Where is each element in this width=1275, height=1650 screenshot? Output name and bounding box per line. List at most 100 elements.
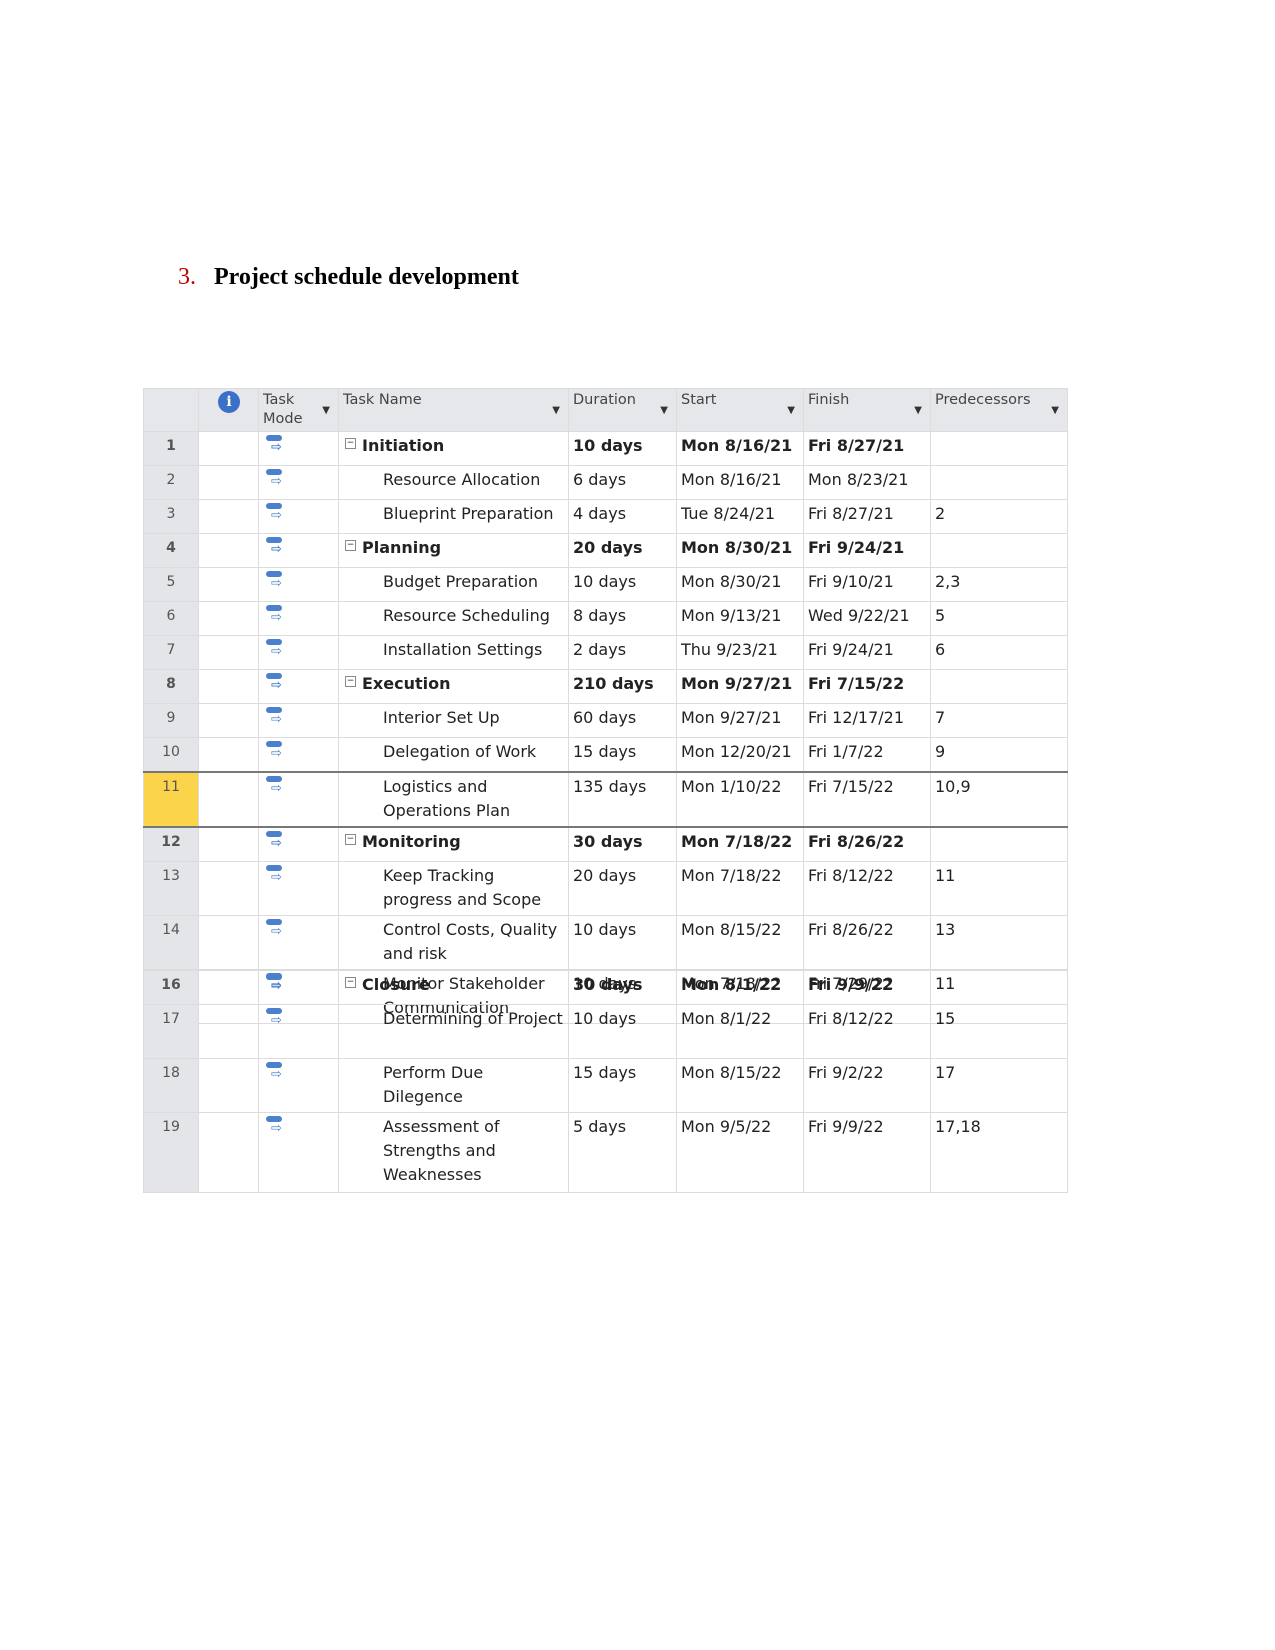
predecessors-cell[interactable]: 15: [930, 1004, 1068, 1059]
finish-cell[interactable]: Fri 9/9/22: [803, 1112, 931, 1193]
task-mode-cell[interactable]: ⇨: [258, 1112, 339, 1193]
row-number[interactable]: 16: [143, 970, 199, 1005]
finish-cell[interactable]: Fri 8/12/22: [803, 1004, 931, 1059]
predecessors-cell[interactable]: 5: [930, 601, 1068, 636]
duration-cell[interactable]: 15 days: [568, 737, 677, 773]
dropdown-arrow-icon[interactable]: ▼: [787, 401, 795, 420]
duration-cell[interactable]: 60 days: [568, 703, 677, 738]
collapse-minus-icon[interactable]: −: [345, 977, 356, 988]
table-row[interactable]: 18 ⇨ Perform Due Dilegence 15 days Mon 8/15/…: [143, 1058, 1068, 1113]
task-name-cell[interactable]: − Closure: [338, 970, 569, 1005]
row-number[interactable]: 12: [143, 826, 199, 862]
start-cell[interactable]: Mon 8/16/21: [676, 431, 804, 466]
row-number[interactable]: 6: [143, 601, 199, 636]
task-name-cell[interactable]: Logistics and Operations Plan: [338, 771, 569, 828]
task-name-header[interactable]: Task Name ▼: [338, 388, 569, 432]
duration-cell[interactable]: 4 days: [568, 499, 677, 534]
dropdown-arrow-icon[interactable]: ▼: [552, 401, 560, 420]
finish-cell[interactable]: Wed 9/22/21: [803, 601, 931, 636]
row-number[interactable]: 2: [143, 465, 199, 500]
start-cell[interactable]: Thu 9/23/21: [676, 635, 804, 670]
start-cell[interactable]: Mon 9/27/21: [676, 669, 804, 704]
task-name-cell[interactable]: Perform Due Dilegence: [338, 1058, 569, 1113]
finish-cell[interactable]: Fri 8/27/21: [803, 499, 931, 534]
finish-header[interactable]: Finish ▼: [803, 388, 931, 432]
table-row[interactable]: 6 ⇨ Resource Scheduling 8 days Mon 9/13/21 We…: [143, 601, 1068, 636]
duration-cell[interactable]: 30 days: [568, 970, 677, 1005]
task-mode-cell[interactable]: ⇨: [258, 1058, 339, 1113]
task-mode-cell[interactable]: ⇨: [258, 771, 339, 828]
finish-cell[interactable]: Fri 9/24/21: [803, 635, 931, 670]
task-name-cell[interactable]: Blueprint Preparation: [338, 499, 569, 534]
table-row[interactable]: 1 ⇨ − Initiation 10 days Mon 8/16/21 Fri 8/27/…: [143, 431, 1068, 466]
start-cell[interactable]: Mon 9/13/21: [676, 601, 804, 636]
task-mode-cell[interactable]: ⇨: [258, 1004, 339, 1059]
predecessors-cell[interactable]: [930, 826, 1068, 862]
predecessors-cell[interactable]: [930, 970, 1068, 1005]
collapse-minus-icon[interactable]: −: [345, 834, 356, 845]
row-number[interactable]: 7: [143, 635, 199, 670]
duration-cell[interactable]: 135 days: [568, 771, 677, 828]
finish-cell[interactable]: Fri 8/12/22: [803, 861, 931, 916]
task-mode-cell[interactable]: ⇨: [258, 826, 339, 862]
finish-cell[interactable]: Fri 9/24/21: [803, 533, 931, 568]
start-cell[interactable]: Mon 8/30/21: [676, 533, 804, 568]
start-cell[interactable]: Mon 8/30/21: [676, 567, 804, 602]
predecessors-header[interactable]: Predecessors ▼: [930, 388, 1068, 432]
task-mode-cell[interactable]: ⇨: [258, 499, 339, 534]
table-row[interactable]: 14 ⇨ Control Costs, Quality and risk 10 day…: [143, 915, 1068, 970]
start-cell[interactable]: Mon 8/15/22: [676, 1058, 804, 1113]
collapse-minus-icon[interactable]: −: [345, 438, 356, 449]
start-header[interactable]: Start ▼: [676, 388, 804, 432]
start-cell[interactable]: Mon 8/16/21: [676, 465, 804, 500]
row-number[interactable]: 13: [143, 861, 199, 916]
table-row[interactable]: 19 ⇨ Assessment of Strengths and Weaknesse…: [143, 1112, 1068, 1193]
task-mode-cell[interactable]: ⇨: [258, 970, 339, 1005]
predecessors-cell[interactable]: [930, 431, 1068, 466]
row-number[interactable]: 11: [143, 771, 199, 828]
start-cell[interactable]: Mon 7/18/22: [676, 861, 804, 916]
row-number[interactable]: 3: [143, 499, 199, 534]
finish-cell[interactable]: Mon 8/23/21: [803, 465, 931, 500]
start-cell[interactable]: Mon 8/15/22: [676, 915, 804, 970]
duration-cell[interactable]: 10 days: [568, 1004, 677, 1059]
table-row[interactable]: 11 ⇨ Logistics and Operations Plan 135 days…: [143, 771, 1068, 828]
table-row[interactable]: 5 ⇨ Budget Preparation 10 days Mon 8/30/21 Fr…: [143, 567, 1068, 602]
start-cell[interactable]: Mon 9/27/21: [676, 703, 804, 738]
task-name-cell[interactable]: − Execution: [338, 669, 569, 704]
duration-cell[interactable]: 2 days: [568, 635, 677, 670]
table-row[interactable]: 10 ⇨ Delegation of Work 15 days Mon 12/20/21…: [143, 737, 1068, 773]
dropdown-arrow-icon[interactable]: ▼: [914, 401, 922, 420]
duration-cell[interactable]: 15 days: [568, 1058, 677, 1113]
predecessors-cell[interactable]: [930, 669, 1068, 704]
task-mode-cell[interactable]: ⇨: [258, 669, 339, 704]
row-number[interactable]: 10: [143, 737, 199, 773]
task-mode-header[interactable]: Task Mode ▼: [258, 388, 339, 432]
task-name-cell[interactable]: Installation Settings: [338, 635, 569, 670]
finish-cell[interactable]: Fri 8/26/22: [803, 826, 931, 862]
task-name-cell[interactable]: Control Costs, Quality and risk: [338, 915, 569, 970]
finish-cell[interactable]: Fri 9/10/21: [803, 567, 931, 602]
finish-cell[interactable]: Fri 8/27/21: [803, 431, 931, 466]
row-number[interactable]: 9: [143, 703, 199, 738]
row-number[interactable]: 19: [143, 1112, 199, 1193]
predecessors-cell[interactable]: 6: [930, 635, 1068, 670]
table-row[interactable]: 13 ⇨ Keep Tracking progress and Scope 20 da…: [143, 861, 1068, 916]
predecessors-cell[interactable]: 17,18: [930, 1112, 1068, 1193]
finish-cell[interactable]: Fri 12/17/21: [803, 703, 931, 738]
duration-cell[interactable]: 5 days: [568, 1112, 677, 1193]
finish-cell[interactable]: Fri 9/2/22: [803, 1058, 931, 1113]
predecessors-cell[interactable]: 17: [930, 1058, 1068, 1113]
collapse-minus-icon[interactable]: −: [345, 540, 356, 551]
predecessors-cell[interactable]: 11: [930, 861, 1068, 916]
predecessors-cell[interactable]: [930, 533, 1068, 568]
duration-cell[interactable]: 10 days: [568, 567, 677, 602]
start-cell[interactable]: Tue 8/24/21: [676, 499, 804, 534]
duration-cell[interactable]: 6 days: [568, 465, 677, 500]
indicators-header[interactable]: i: [198, 388, 259, 432]
finish-cell[interactable]: Fri 1/7/22: [803, 737, 931, 773]
task-mode-cell[interactable]: ⇨: [258, 465, 339, 500]
task-mode-cell[interactable]: ⇨: [258, 533, 339, 568]
collapse-minus-icon[interactable]: −: [345, 676, 356, 687]
duration-cell[interactable]: 30 days: [568, 826, 677, 862]
